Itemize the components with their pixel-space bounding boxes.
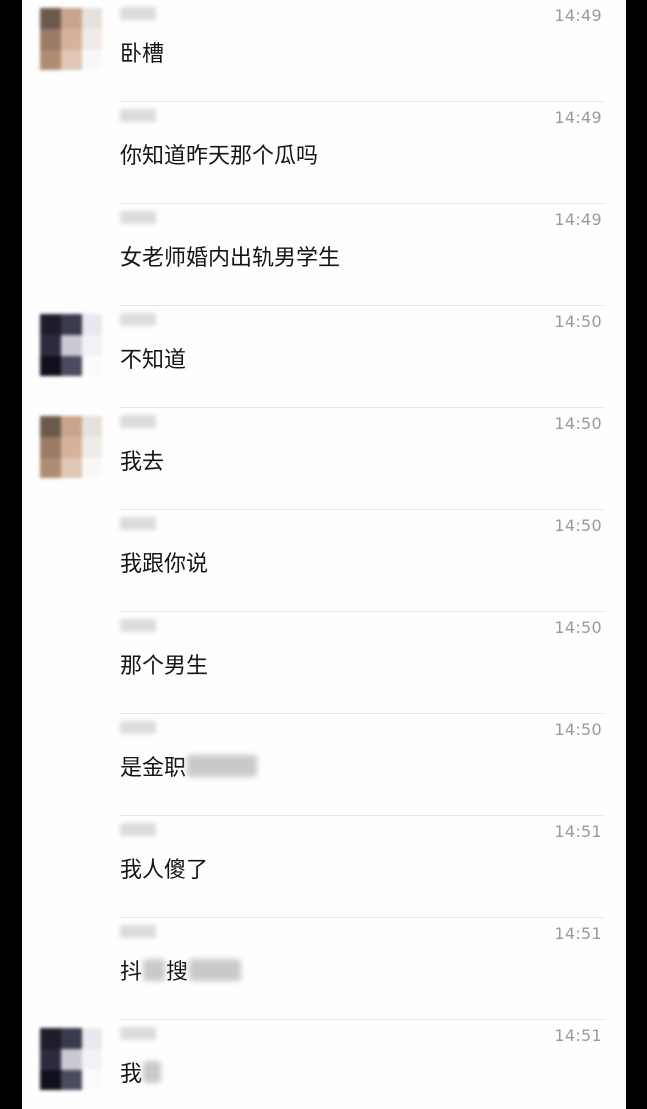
message-time: 14:51 xyxy=(554,924,602,943)
sender-name-redacted xyxy=(120,721,156,734)
message-text: 是金职 xyxy=(120,750,258,782)
avatar[interactable] xyxy=(40,8,102,70)
message-item[interactable]: 14:51 我人傻了 xyxy=(22,816,626,918)
sender-name-redacted xyxy=(120,925,156,938)
sender-name-redacted xyxy=(120,823,156,836)
avatar[interactable] xyxy=(40,1028,102,1090)
message-item[interactable]: 14:49 你知道昨天那个瓜吗 xyxy=(22,102,626,204)
redacted-text xyxy=(143,1061,162,1083)
message-text-segment: 我 xyxy=(120,1062,143,1087)
message-text-segment: 我人傻了 xyxy=(120,858,209,883)
sender-name-redacted xyxy=(120,109,156,122)
message-text: 我人傻了 xyxy=(120,852,208,884)
redacted-text xyxy=(189,959,242,981)
message-time: 14:50 xyxy=(554,720,602,739)
message-text-segment: 你知道昨天那个瓜吗 xyxy=(120,144,319,169)
message-text-segment: 是金职 xyxy=(120,756,187,781)
message-text-segment: 那个男生 xyxy=(120,654,209,679)
message-item[interactable]: 14:51 抖搜 xyxy=(22,918,626,1020)
sender-name-redacted xyxy=(120,415,156,428)
avatar[interactable] xyxy=(40,314,102,376)
message-text: 女老师婚内出轨男学生 xyxy=(120,240,340,272)
message-time: 14:50 xyxy=(554,516,602,535)
sender-name-redacted xyxy=(120,619,156,632)
redacted-text xyxy=(187,755,258,777)
avatar[interactable] xyxy=(40,416,102,478)
message-time: 14:51 xyxy=(554,1026,602,1045)
message-text: 你知道昨天那个瓜吗 xyxy=(120,138,318,170)
message-item[interactable]: 14:50 我跟你说 xyxy=(22,510,626,612)
chat-history-screen: 14:49 卧槽 14:49 你知道昨天那个瓜吗 14:49 女老师婚内出轨男学生 14:5… xyxy=(22,0,626,1109)
message-text: 那个男生 xyxy=(120,648,208,680)
sender-name-redacted xyxy=(120,517,156,530)
message-text-segment: 我跟你说 xyxy=(120,552,209,577)
message-text-segment: 不知道 xyxy=(120,348,187,373)
message-time: 14:51 xyxy=(554,822,602,841)
message-time: 14:50 xyxy=(554,414,602,433)
sender-name-redacted xyxy=(120,211,156,224)
message-item[interactable]: 14:50 不知道 xyxy=(22,306,626,408)
message-item[interactable]: 14:50 那个男生 xyxy=(22,612,626,714)
message-text: 不知道 xyxy=(120,342,186,374)
sender-name-redacted xyxy=(120,7,156,20)
sender-name-redacted xyxy=(120,1027,156,1040)
message-text-segment: 抖 xyxy=(120,960,143,985)
message-text-segment: 女老师婚内出轨男学生 xyxy=(120,246,341,271)
message-item[interactable]: 14:50 是金职 xyxy=(22,714,626,816)
message-item[interactable]: 14:49 女老师婚内出轨男学生 xyxy=(22,204,626,306)
message-item[interactable]: 14:49 卧槽 xyxy=(22,0,626,102)
message-time: 14:49 xyxy=(554,6,602,25)
message-text-segment: 卧槽 xyxy=(120,42,165,67)
message-text-segment: 我去 xyxy=(120,450,165,475)
message-text: 我跟你说 xyxy=(120,546,208,578)
message-text: 抖搜 xyxy=(120,954,242,986)
message-time: 14:50 xyxy=(554,618,602,637)
message-text: 我去 xyxy=(120,444,164,476)
message-item[interactable]: 14:51 我 xyxy=(22,1020,626,1109)
message-text: 卧槽 xyxy=(120,36,164,68)
message-item[interactable]: 14:50 我去 xyxy=(22,408,626,510)
message-text: 我 xyxy=(120,1056,162,1088)
message-text-segment: 搜 xyxy=(166,960,189,985)
sender-name-redacted xyxy=(120,313,156,326)
redacted-text xyxy=(143,959,166,981)
message-time: 14:50 xyxy=(554,312,602,331)
message-time: 14:49 xyxy=(554,210,602,229)
message-time: 14:49 xyxy=(554,108,602,127)
